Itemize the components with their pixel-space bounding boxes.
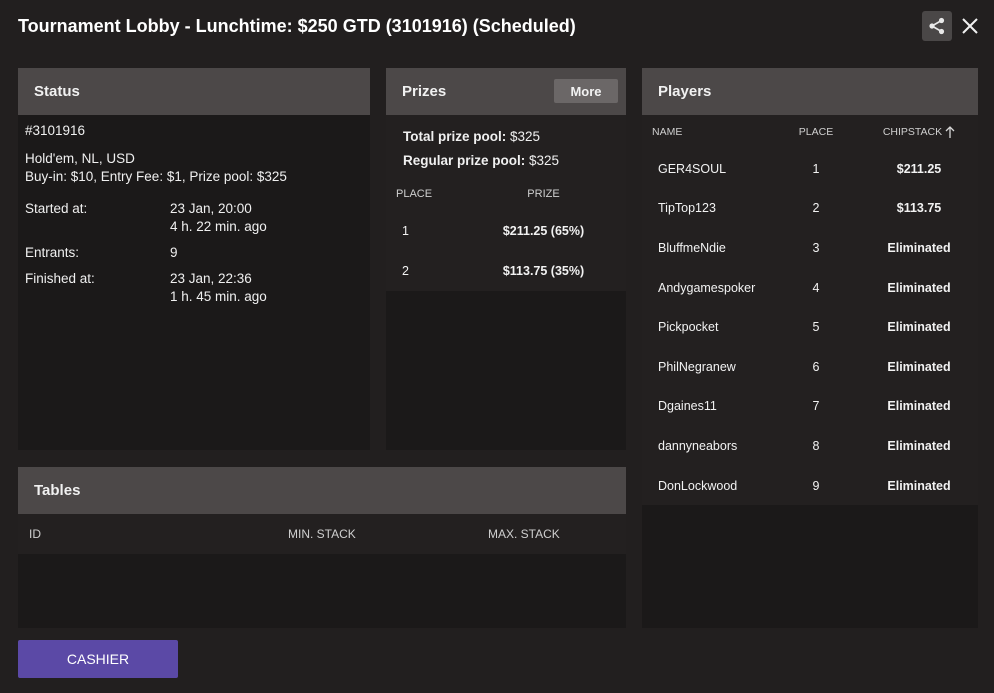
col-chipstack-header[interactable]: CHIPSTACK [860, 125, 978, 139]
player-chipstack: Eliminated [887, 399, 951, 414]
player-row[interactable]: Andygamespoker 4 Eliminated [642, 268, 978, 308]
col-place-header[interactable]: PLACE [772, 126, 860, 138]
col-id-header[interactable]: ID [18, 527, 288, 541]
players-table-header: NAME PLACE CHIPSTACK [642, 115, 978, 149]
tables-heading: Tables [18, 467, 626, 514]
player-place: 9 [812, 478, 820, 493]
entrants-row: Entrants: 9 [25, 244, 363, 262]
player-chipstack: $113.75 [896, 201, 942, 216]
cashier-button[interactable]: CASHIER [18, 640, 178, 678]
tournament-id: #3101916 [25, 123, 86, 138]
prize-place: 2 [402, 264, 409, 278]
player-name: TipTop123 [658, 201, 716, 216]
player-name: GER4SOUL [658, 161, 727, 176]
close-icon [962, 18, 978, 34]
player-name: PhilNegranew [658, 359, 736, 374]
player-row[interactable]: PhilNegranew 6 Eliminated [642, 347, 978, 387]
arrow-up-icon [945, 126, 955, 139]
prize-amount: $113.75 (35%) [502, 264, 585, 278]
player-row[interactable]: Pickpocket 5 Eliminated [642, 307, 978, 347]
total-prize-label: Total prize pool: [403, 129, 507, 144]
player-row[interactable]: TipTop123 2 $113.75 [642, 189, 978, 229]
player-name: Dgaines11 [658, 399, 717, 414]
prizes-panel: Prizes More Total prize pool: $325 Regul… [386, 68, 626, 450]
finished-date: 23 Jan, 22:36 [170, 271, 252, 286]
buyin-info: Buy-in: $10, Entry Fee: $1, Prize pool: … [25, 169, 287, 184]
player-chipstack: Eliminated [887, 438, 951, 453]
col-min-stack-header[interactable]: MIN. STACK [288, 527, 488, 541]
prize-amount: $211.25 (65%) [502, 224, 585, 238]
prize-summary: Total prize pool: $325 Regular prize poo… [386, 115, 626, 177]
player-row[interactable]: GER4SOUL 1 $211.25 [642, 149, 978, 189]
entrants-value: 9 [170, 245, 178, 260]
status-panel: Status #3101916 Hold'em, NL, USD Buy-in:… [18, 68, 370, 450]
player-name: Pickpocket [658, 320, 719, 335]
prize-row: 1 $211.25 (65%) [386, 211, 626, 251]
total-prize-value: $325 [510, 129, 541, 144]
player-place: 3 [812, 240, 820, 255]
player-place: 1 [812, 161, 820, 176]
player-place: 8 [812, 438, 820, 453]
window-title: Tournament Lobby - Lunchtime: $250 GTD (… [18, 16, 576, 36]
prize-col-prize: PRIZE [527, 188, 560, 200]
player-place: 7 [812, 399, 820, 414]
prize-row: 2 $113.75 (35%) [386, 251, 626, 291]
prize-table-body: 1 $211.25 (65%) 2 $113.75 (35%) [386, 211, 626, 291]
prize-place: 1 [402, 224, 409, 238]
players-table: NAME PLACE CHIPSTACK GER4SOUL 1 $211.25 Ti… [642, 115, 978, 506]
started-ago: 4 h. 22 min. ago [170, 219, 267, 234]
player-row[interactable]: DonLockwood 9 Eliminated [642, 466, 978, 506]
finished-row: Finished at: 23 Jan, 22:36 1 h. 45 min. … [25, 270, 363, 306]
regular-prize-value: $325 [529, 153, 560, 168]
player-chipstack: Eliminated [887, 320, 951, 335]
player-chipstack: $211.25 [896, 161, 942, 176]
player-name: BluffmeNdie [658, 240, 726, 255]
share-button[interactable] [922, 11, 952, 41]
entrants-label: Entrants: [25, 245, 80, 260]
player-row[interactable]: Dgaines11 7 Eliminated [642, 387, 978, 427]
player-row[interactable]: BluffmeNdie 3 Eliminated [642, 228, 978, 268]
finished-ago: 1 h. 45 min. ago [170, 289, 267, 304]
prize-col-place: PLACE [396, 188, 433, 200]
prizes-heading: Prizes [402, 83, 447, 100]
player-name: dannyneabors [658, 438, 738, 453]
regular-prize-label: Regular prize pool: [403, 153, 526, 168]
player-chipstack: Eliminated [887, 280, 951, 295]
player-chipstack: Eliminated [887, 478, 951, 493]
started-date: 23 Jan, 20:00 [170, 201, 252, 216]
player-row[interactable]: dannyneabors 8 Eliminated [642, 426, 978, 466]
player-place: 2 [812, 201, 820, 216]
share-icon [929, 17, 945, 35]
game-type: Hold'em, NL, USD [25, 151, 135, 166]
player-name: DonLockwood [658, 478, 738, 493]
player-chipstack: Eliminated [887, 359, 951, 374]
started-label: Started at: [25, 201, 88, 216]
started-row: Started at: 23 Jan, 20:00 4 h. 22 min. a… [25, 200, 363, 236]
player-place: 6 [812, 359, 820, 374]
player-place: 5 [812, 320, 820, 335]
col-chipstack-label: CHIPSTACK [882, 125, 943, 138]
prize-table-header: PLACE PRIZE [386, 177, 626, 211]
player-chipstack: Eliminated [887, 240, 951, 255]
status-heading: Status [18, 68, 370, 115]
col-name-header[interactable]: NAME [642, 126, 772, 138]
prizes-header: Prizes More [386, 68, 626, 115]
tables-table-header: ID MIN. STACK MAX. STACK [18, 514, 626, 554]
more-button[interactable]: More [554, 79, 618, 103]
col-max-stack-header[interactable]: MAX. STACK [488, 527, 618, 541]
finished-label: Finished at: [25, 271, 95, 286]
close-button[interactable] [958, 11, 982, 41]
players-panel: Players NAME PLACE CHIPSTACK GER4SOUL 1 $2… [642, 68, 978, 628]
player-place: 4 [812, 280, 820, 295]
tables-panel: Tables ID MIN. STACK MAX. STACK [18, 467, 626, 628]
player-name: Andygamespoker [658, 280, 756, 295]
players-heading: Players [642, 68, 978, 115]
